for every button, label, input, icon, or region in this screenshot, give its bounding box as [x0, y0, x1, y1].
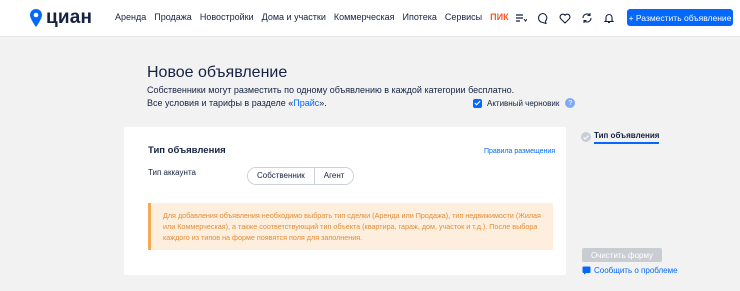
notice-text: Для добавления объявления необходимо выб… [163, 211, 541, 242]
nav-item-new-buildings[interactable]: Новостройки [200, 12, 254, 22]
filter-list-icon[interactable] [512, 9, 530, 27]
active-draft-checkbox[interactable] [473, 98, 482, 108]
active-draft-label: Активный черновик [487, 98, 560, 108]
report-problem-label: Сообщить о проблеме [594, 266, 678, 275]
rules-link[interactable]: Правила размещения [484, 148, 555, 155]
section-title: Тип объявления [148, 145, 226, 156]
account-type-label: Тип аккаунта [148, 168, 196, 177]
terms-text: Все условия и тарифы в разделе «Прайс». [147, 98, 327, 108]
nav-item-houses[interactable]: Дома и участки [262, 12, 326, 22]
account-type-switch: Собственник Агент [247, 167, 355, 185]
account-type-agent-button[interactable]: Агент [313, 168, 354, 184]
heart-icon[interactable] [556, 9, 574, 27]
bell-icon[interactable] [600, 9, 618, 27]
step-check-icon [581, 132, 591, 142]
nav-item-mortgage[interactable]: Ипотека [403, 12, 437, 22]
nav-item-rent[interactable]: Аренда [115, 12, 146, 22]
step-label: Тип объявления [594, 131, 660, 144]
nav-item-sale[interactable]: Продажа [154, 12, 192, 22]
nav-item-commercial[interactable]: Коммерческая [334, 12, 395, 22]
cian-logo[interactable]: циан [29, 7, 92, 29]
chat-icon[interactable] [534, 9, 552, 27]
report-problem-link[interactable]: Сообщить о проблеме [582, 266, 678, 275]
page-title: Новое объявление [147, 64, 288, 81]
main-nav: Аренда Продажа Новостройки Дома и участк… [115, 12, 517, 22]
report-icon [582, 266, 591, 275]
location-pin-icon [30, 9, 42, 27]
nav-item-pik[interactable]: ПИК [490, 12, 508, 22]
ad-type-card: Тип объявления Правила размещения Тип ак… [124, 127, 566, 275]
terms-suffix: ». [319, 98, 327, 108]
terms-prefix: Все условия и тарифы в разделе « [147, 98, 294, 108]
step-ad-type[interactable]: Тип объявления [581, 131, 660, 144]
post-ad-button[interactable]: + Разместить объявление [627, 9, 733, 26]
header-icons [512, 9, 622, 27]
top-header: циан Аренда Продажа Новостройки Дома и у… [0, 0, 740, 37]
clear-form-button[interactable]: Очистить форму [582, 248, 662, 262]
help-icon[interactable]: ? [565, 98, 576, 108]
account-type-owner-button[interactable]: Собственник [248, 168, 314, 184]
page-subtitle: Собственники могут разместить по одному … [147, 85, 515, 95]
info-notice: Для добавления объявления необходимо выб… [148, 203, 553, 250]
nav-item-services[interactable]: Сервисы [445, 12, 482, 22]
compare-icon[interactable] [578, 9, 596, 27]
check-icon [474, 100, 481, 106]
active-draft: Активный черновик ? [473, 98, 576, 108]
logo-text: циан [46, 7, 93, 28]
price-link[interactable]: Прайс [293, 98, 319, 108]
